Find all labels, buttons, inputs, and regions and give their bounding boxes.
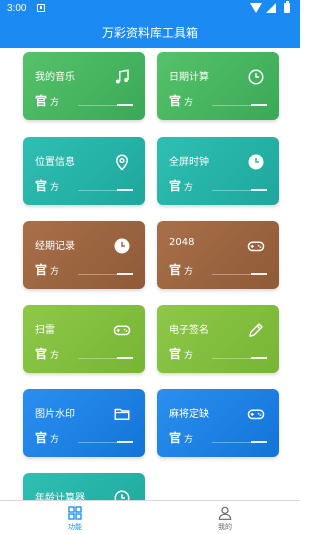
official-mark-suffix: 方 [50,98,60,108]
divider [212,358,252,359]
tool-card-period-record[interactable]: 经期记录 官 方 [23,221,145,289]
divider [212,190,252,191]
tool-card-2048[interactable]: 2048 官 方 [157,221,279,289]
tool-card-music[interactable]: 我的音乐 官 方 [23,52,145,120]
clock-icon [247,153,265,171]
tool-card-label: 扫雷 [35,325,55,336]
notification-icon [37,4,45,12]
divider [212,442,252,443]
music-note-icon [113,68,131,86]
page-title: 万彩资料库工具箱 [101,26,198,40]
tool-card-label: 图片水印 [35,409,75,420]
divider-accent [117,189,133,191]
official-mark: 官 [169,263,182,277]
tool-card-label: 麻将定缺 [169,409,209,420]
tool-card-label: 日期计算 [169,72,209,83]
tab-functions[interactable]: 功能 [0,501,150,534]
divider-accent [117,357,133,359]
folder-icon [113,405,131,423]
official-mark-suffix: 方 [184,98,194,108]
tool-card-age-calculator[interactable]: 年龄计算器 官 方 [23,473,145,500]
tool-card-e-signature[interactable]: 电子签名 官 方 [157,305,279,373]
gamepad-icon [247,405,265,423]
wifi-icon [250,3,262,13]
divider [78,105,118,106]
official-mark: 官 [35,179,48,193]
divider [78,442,118,443]
tool-grid: 我的音乐 官 方 日期计算 官 方 位置信息 官 方 全屏时钟 官 方 经期记录… [0,48,300,500]
official-mark: 官 [35,431,48,445]
official-mark-suffix: 方 [50,183,60,193]
divider-accent [251,441,267,443]
tool-card-label: 年龄计算器 [35,493,85,500]
status-time: 3:00 [7,3,27,14]
official-mark: 官 [169,347,182,361]
divider-accent [117,441,133,443]
divider-accent [117,104,133,106]
tool-card-label: 全屏时钟 [169,157,209,168]
official-mark-suffix: 方 [50,435,60,445]
divider-accent [251,189,267,191]
clock-icon [113,489,131,500]
divider [78,358,118,359]
clock-icon [113,237,131,255]
official-mark: 官 [169,94,182,108]
tool-card-label: 2048 [169,237,195,248]
pencil-icon [247,321,265,339]
tab-label: 我的 [218,523,232,531]
official-mark-suffix: 方 [184,351,194,361]
official-mark: 官 [169,179,182,193]
tool-card-fullscreen-clock[interactable]: 全屏时钟 官 方 [157,137,279,205]
official-mark: 官 [169,431,182,445]
app-header: 3:00 万彩资料库工具箱 [0,0,300,48]
official-mark: 官 [35,94,48,108]
tool-card-image-watermark[interactable]: 图片水印 官 方 [23,389,145,457]
tool-card-location[interactable]: 位置信息 官 方 [23,137,145,205]
divider [78,190,118,191]
divider-accent [117,273,133,275]
divider [212,105,252,106]
gamepad-icon [247,237,265,255]
signal-icon [266,3,276,13]
status-bar: 3:00 [0,0,300,17]
official-mark-suffix: 方 [184,183,194,193]
tool-card-mahjong[interactable]: 麻将定缺 官 方 [157,389,279,457]
official-mark: 官 [35,263,48,277]
battery-icon [284,1,290,13]
tool-card-label: 电子签名 [169,325,209,336]
divider [212,274,252,275]
official-mark-suffix: 方 [50,267,60,277]
official-mark-suffix: 方 [50,351,60,361]
tab-mine[interactable]: 我的 [150,501,300,534]
tool-card-date-calc[interactable]: 日期计算 官 方 [157,52,279,120]
tool-card-minesweeper[interactable]: 扫雷 官 方 [23,305,145,373]
divider-accent [251,273,267,275]
gamepad-icon [113,321,131,339]
grid-icon [67,505,83,521]
location-pin-icon [113,153,131,171]
official-mark-suffix: 方 [184,267,194,277]
official-mark: 官 [35,347,48,361]
tool-card-label: 位置信息 [35,157,75,168]
bottom-tab-bar: 功能 我的 [0,500,300,534]
user-icon [217,505,233,521]
clock-icon [247,68,265,86]
divider-accent [251,357,267,359]
tool-card-label: 我的音乐 [35,72,75,83]
divider [78,274,118,275]
tool-card-label: 经期记录 [35,241,75,252]
tab-label: 功能 [68,523,82,531]
official-mark-suffix: 方 [184,435,194,445]
divider-accent [251,104,267,106]
